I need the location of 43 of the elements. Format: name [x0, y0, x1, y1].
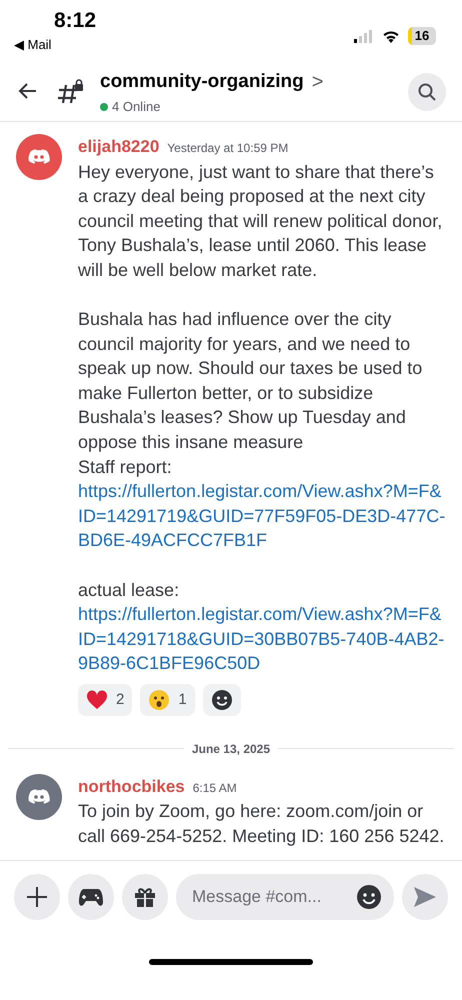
plus-icon [26, 886, 48, 908]
send-icon [413, 886, 437, 908]
user-avatar[interactable] [16, 774, 62, 820]
back-to-app-link[interactable]: ◀ Mail [14, 35, 96, 54]
reaction-button[interactable]: 2 [78, 684, 132, 716]
date-divider: June 13, 2025 [192, 740, 270, 758]
battery-percentage: 16 [414, 28, 430, 43]
online-dot [100, 102, 108, 110]
online-count: 4 Online [112, 98, 160, 116]
message-input[interactable]: Message #com... [176, 874, 394, 920]
add-reaction-button[interactable] [202, 684, 241, 716]
search-button[interactable] [408, 72, 446, 110]
battery-fill [408, 27, 412, 45]
message-text: Bushala has had influence over the city council majority for years, and we need to speak up now. Should our taxes be used to make Fullerton better, or to subsidize Bushala’s leases? Show up Tuesday and oppose this insane measure [78, 308, 424, 454]
smiley-icon [210, 688, 233, 711]
channel-name[interactable]: community-organizing [100, 68, 304, 96]
gamepad-button[interactable] [68, 874, 114, 920]
signal-icon [354, 30, 374, 42]
clock-time: 8:12 [54, 10, 96, 31]
timestamp: 6:15 AM [192, 780, 237, 797]
wifi-icon [382, 30, 400, 42]
link-label: actual lease: [78, 578, 180, 602]
locked-channel-icon [56, 78, 84, 104]
message-text: To join by Zoom, go here: zoom.com/join or call 669-254-5252. Meeting ID: 160 256 5242. [78, 800, 446, 848]
attach-button[interactable] [14, 874, 60, 920]
username[interactable]: elijah8220 [78, 134, 160, 160]
reaction-button[interactable]: 1 [140, 684, 195, 716]
message-text: Hey everyone, just want to share that there’s a crazy deal being proposed at the next city council meeting that will renew political donor, Tony Bushala’s, lease until 2060. This lease will be well below market rate. [78, 160, 444, 282]
gift-icon [134, 886, 156, 908]
search-icon [417, 82, 437, 102]
message-link[interactable]: https://fullerton.legistar.com/View.ashx?M=F&ID=14291719&GUID=77F59F05-DE3D-477C-BD6E-49ACFCC7FB1F [78, 479, 446, 553]
timestamp: Yesterday at 10:59 PM [167, 140, 288, 157]
emoji-picker-icon[interactable] [356, 884, 382, 910]
user-avatar[interactable] [16, 134, 62, 180]
gamepad-icon [78, 886, 104, 906]
send-button[interactable] [402, 874, 448, 920]
link-label: Staff report: [78, 456, 173, 479]
chevron[interactable]: > [312, 66, 324, 97]
surprised-face-icon [148, 688, 170, 711]
message-link[interactable]: https://fullerton.legistar.com/View.ashx?M=F&ID=14291718&GUID=30BB07B5-740B-4AB2-9B89-6C1BFE96C50D [78, 602, 446, 676]
heart-icon [86, 690, 108, 710]
gift-button[interactable] [122, 874, 168, 920]
username[interactable]: northocbikes [78, 774, 185, 800]
